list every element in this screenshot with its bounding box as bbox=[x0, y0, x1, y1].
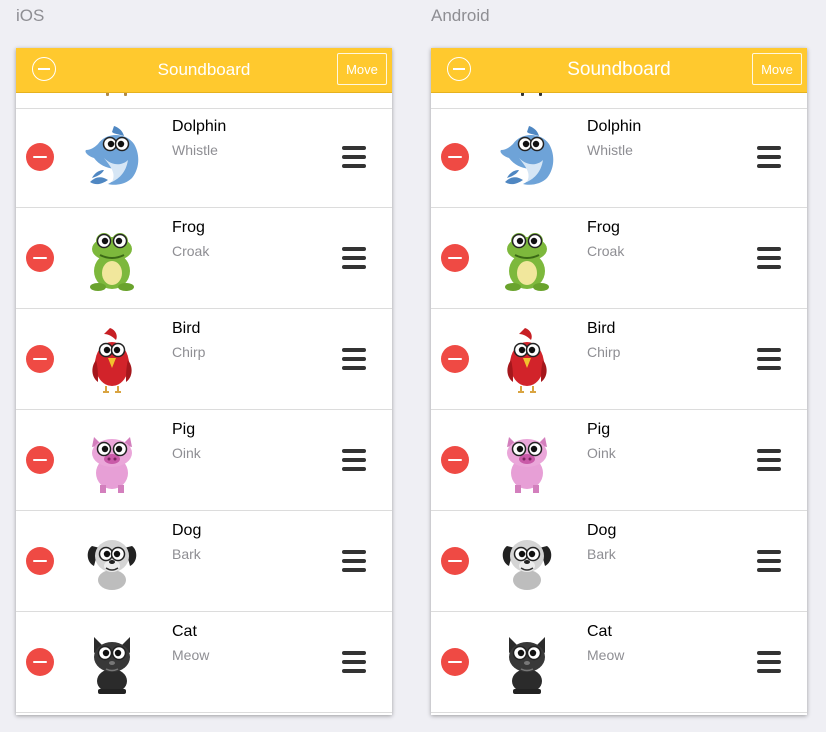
reorder-handle-icon[interactable] bbox=[757, 348, 781, 370]
item-name: Dolphin bbox=[587, 118, 642, 135]
page-title: Soundboard bbox=[567, 59, 671, 80]
page-title: Soundboard bbox=[157, 60, 251, 79]
item-name: Dolphin bbox=[172, 118, 227, 135]
reorder-handle-icon[interactable] bbox=[342, 449, 366, 471]
item-name: Bird bbox=[172, 320, 201, 337]
item-name: Bird bbox=[587, 320, 616, 337]
edit-mode-icon[interactable] bbox=[32, 57, 56, 81]
delete-icon[interactable] bbox=[441, 446, 469, 474]
delete-icon[interactable] bbox=[441, 648, 469, 676]
item-name: Frog bbox=[587, 219, 620, 236]
dolphin-icon bbox=[76, 122, 148, 194]
list-item[interactable]: Dog Bark bbox=[431, 512, 807, 612]
delete-icon[interactable] bbox=[441, 345, 469, 373]
item-name: Cat bbox=[172, 623, 197, 640]
item-sound: Whistle bbox=[587, 142, 633, 158]
reorder-handle-icon[interactable] bbox=[757, 247, 781, 269]
list-item[interactable]: Frog Croak bbox=[16, 209, 392, 309]
delete-icon[interactable] bbox=[26, 143, 54, 171]
reorder-handle-icon[interactable] bbox=[757, 651, 781, 673]
reorder-handle-icon[interactable] bbox=[757, 550, 781, 572]
reorder-handle-icon[interactable] bbox=[342, 550, 366, 572]
item-sound: Croak bbox=[172, 243, 210, 259]
delete-icon[interactable] bbox=[26, 446, 54, 474]
move-button[interactable]: Move bbox=[752, 53, 802, 85]
delete-icon[interactable] bbox=[26, 345, 54, 373]
pig-icon bbox=[491, 425, 563, 497]
list-item[interactable]: Dog Bark bbox=[16, 512, 392, 612]
ios-phone: Soundboard Move Dolphin Whistle Frog Croak bbox=[16, 48, 392, 715]
list-item[interactable]: Bird Chirp bbox=[16, 310, 392, 410]
list-item[interactable]: Bird Chirp bbox=[431, 310, 807, 410]
item-sound: Chirp bbox=[587, 344, 621, 360]
partial-list-item bbox=[16, 92, 392, 109]
delete-icon[interactable] bbox=[26, 547, 54, 575]
move-button[interactable]: Move bbox=[337, 53, 387, 85]
item-sound: Whistle bbox=[172, 142, 218, 158]
reorder-handle-icon[interactable] bbox=[757, 146, 781, 168]
item-name: Dog bbox=[587, 522, 617, 539]
frog-icon bbox=[491, 223, 563, 295]
reorder-handle-icon[interactable] bbox=[342, 348, 366, 370]
list-item[interactable]: Pig Oink bbox=[16, 411, 392, 511]
item-name: Cat bbox=[587, 623, 612, 640]
sound-list: Dolphin Whistle Frog Croak Bird Chirp Pi… bbox=[16, 92, 392, 715]
frog-icon bbox=[76, 223, 148, 295]
reorder-handle-icon[interactable] bbox=[342, 146, 366, 168]
pig-icon bbox=[76, 425, 148, 497]
list-item[interactable]: Cat Meow bbox=[16, 613, 392, 713]
item-name: Pig bbox=[172, 421, 196, 438]
delete-icon[interactable] bbox=[441, 143, 469, 171]
android-navbar: Soundboard Move bbox=[431, 48, 807, 93]
item-name: Frog bbox=[172, 219, 205, 236]
dolphin-icon bbox=[491, 122, 563, 194]
partial-list-item bbox=[431, 92, 807, 109]
delete-icon[interactable] bbox=[26, 244, 54, 272]
bird-icon bbox=[76, 324, 148, 396]
item-sound: Bark bbox=[172, 546, 201, 562]
ios-label: iOS bbox=[16, 6, 45, 25]
android-label: Android bbox=[431, 6, 490, 25]
item-name: Dog bbox=[172, 522, 202, 539]
cat-icon bbox=[491, 627, 563, 699]
dog-icon bbox=[491, 526, 563, 598]
reorder-handle-icon[interactable] bbox=[757, 449, 781, 471]
delete-icon[interactable] bbox=[441, 244, 469, 272]
reorder-handle-icon[interactable] bbox=[342, 247, 366, 269]
item-name: Pig bbox=[587, 421, 611, 438]
edit-mode-icon[interactable] bbox=[447, 57, 471, 81]
item-sound: Croak bbox=[587, 243, 625, 259]
delete-icon[interactable] bbox=[26, 648, 54, 676]
item-sound: Oink bbox=[172, 445, 201, 461]
reorder-handle-icon[interactable] bbox=[342, 651, 366, 673]
item-sound: Bark bbox=[587, 546, 616, 562]
list-item[interactable]: Frog Croak bbox=[431, 209, 807, 309]
item-sound: Oink bbox=[587, 445, 616, 461]
list-item[interactable]: Pig Oink bbox=[431, 411, 807, 511]
android-phone: Soundboard Move Dolphin Whistle Frog Croak bbox=[431, 48, 807, 715]
ios-navbar: Soundboard Move bbox=[16, 48, 392, 93]
sound-list: Dolphin Whistle Frog Croak Bird Chirp Pi… bbox=[431, 92, 807, 715]
bird-icon bbox=[491, 324, 563, 396]
list-item[interactable]: Dolphin Whistle bbox=[431, 108, 807, 208]
list-item[interactable]: Cat Meow bbox=[431, 613, 807, 713]
delete-icon[interactable] bbox=[441, 547, 469, 575]
item-sound: Meow bbox=[587, 647, 625, 663]
item-sound: Meow bbox=[172, 647, 210, 663]
item-sound: Chirp bbox=[172, 344, 206, 360]
cat-icon bbox=[76, 627, 148, 699]
dog-icon bbox=[76, 526, 148, 598]
list-item[interactable]: Dolphin Whistle bbox=[16, 108, 392, 208]
